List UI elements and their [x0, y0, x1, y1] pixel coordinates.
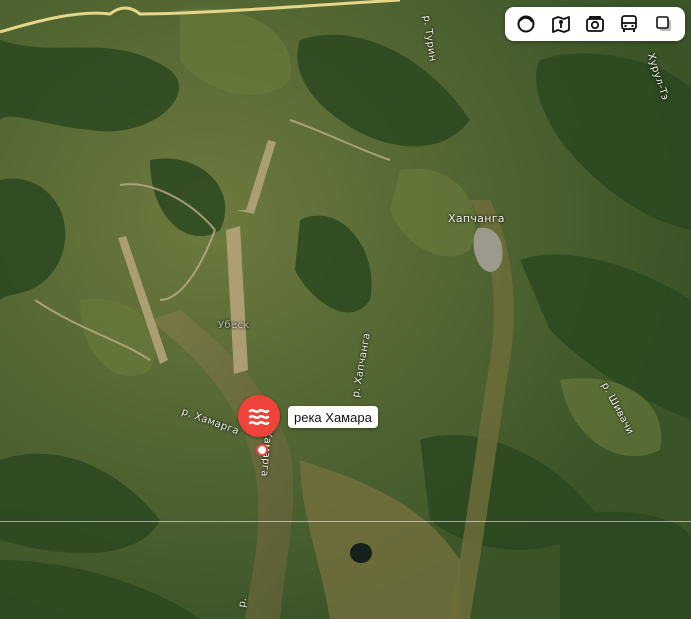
layers-button[interactable]: [512, 10, 540, 38]
photo-button[interactable]: [581, 10, 609, 38]
place-pin-anchor: [256, 444, 268, 456]
panorama-button[interactable]: [547, 10, 575, 38]
map-canvas[interactable]: р. Турин Хурул-Тэ Хапчанга р. Хапчанга У…: [0, 0, 691, 619]
map-toolbar: [505, 7, 685, 41]
label-settlement: Хапчанга: [448, 212, 505, 225]
transport-icon: [621, 15, 638, 32]
transport-button[interactable]: [615, 10, 643, 38]
water-waves-icon: [248, 408, 270, 426]
panorama-icon: [551, 16, 570, 33]
map-type-button[interactable]: [650, 10, 678, 38]
satellite-terrain: [0, 0, 691, 619]
label-settlement-old: Убеск: [218, 320, 250, 331]
grid-line: [0, 521, 691, 522]
place-pin[interactable]: [238, 395, 280, 437]
place-name-chip[interactable]: река Хамара: [288, 406, 378, 428]
map-type-icon: [655, 16, 671, 31]
label-river-bottom: р.: [236, 596, 250, 609]
photo-icon: [586, 16, 604, 32]
layers-icon: [517, 15, 535, 33]
